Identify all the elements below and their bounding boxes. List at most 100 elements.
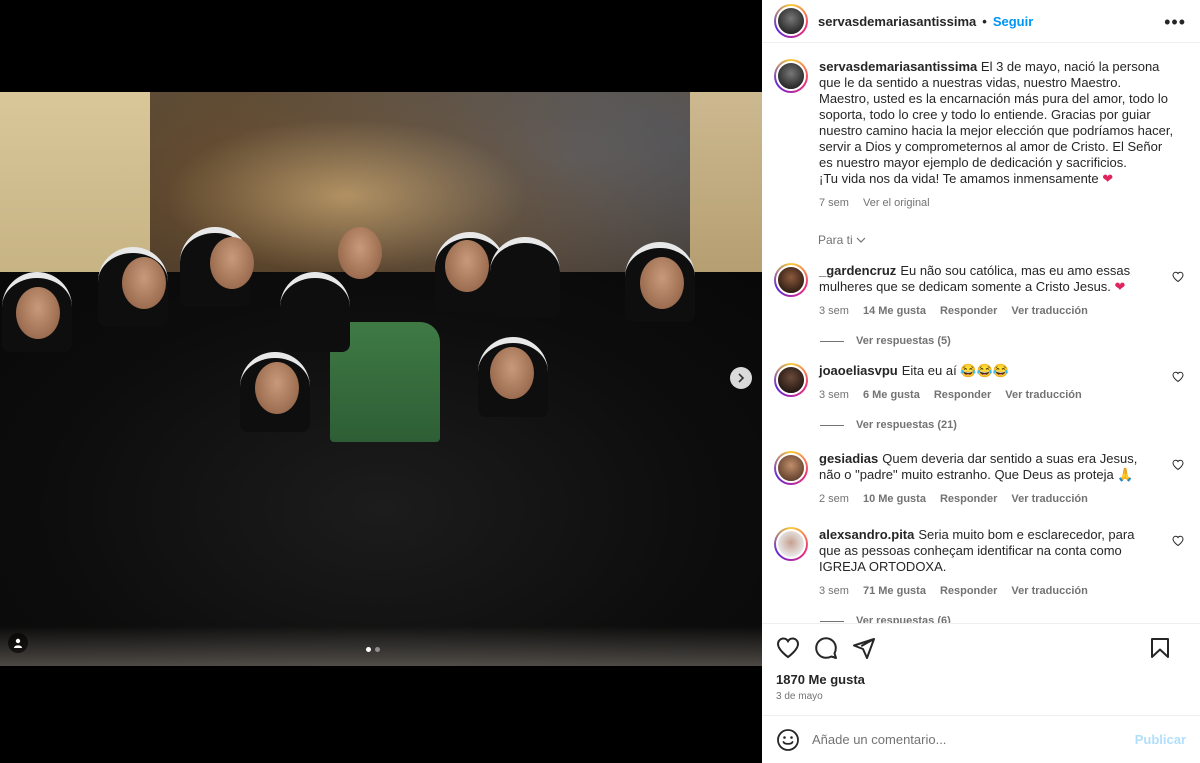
caption-body: servasdemariasantissima El 3 de mayo, na…: [819, 59, 1179, 211]
heart-outline-icon[interactable]: [1172, 271, 1184, 283]
reply-button[interactable]: Responder: [940, 491, 997, 507]
commenter-username[interactable]: _gardencruz: [819, 263, 896, 278]
photo-face: [255, 362, 299, 414]
comment-likes[interactable]: 10 Me gusta: [863, 491, 926, 507]
heart-outline-icon[interactable]: [1172, 459, 1184, 471]
commenter-avatar[interactable]: [774, 363, 808, 397]
comment-likes[interactable]: 6 Me gusta: [863, 387, 920, 403]
header-separator-dot: •: [982, 13, 987, 29]
chevron-down-icon: [856, 237, 866, 243]
photo-face: [122, 257, 166, 309]
caption-meta: 7 sem Ver el original: [819, 195, 1179, 211]
reply-button[interactable]: Responder: [940, 583, 997, 599]
comment-time: 3 sem: [819, 585, 849, 597]
chevron-right-icon: [738, 373, 745, 383]
share-send-icon[interactable]: [852, 636, 876, 660]
likes-count[interactable]: 1870 Me gusta: [776, 672, 865, 687]
photo-nun-4: [280, 272, 350, 352]
caption-author-avatar[interactable]: [774, 59, 808, 93]
comment-meta: 2 sem 10 Me gusta Responder Ver traducci…: [819, 491, 1149, 507]
comment-meta: 3 sem 6 Me gusta Responder Ver traducció…: [819, 387, 1149, 403]
heart-emoji: ❤: [1114, 279, 1126, 294]
comment-bubble-icon[interactable]: [814, 636, 838, 660]
reply-button[interactable]: Responder: [934, 387, 991, 403]
author-avatar[interactable]: [774, 4, 808, 38]
follow-button[interactable]: Seguir: [993, 14, 1033, 29]
carousel-dots: [366, 647, 380, 652]
comment-likes[interactable]: 71 Me gusta: [863, 583, 926, 599]
caption-username[interactable]: servasdemariasantissima: [819, 59, 977, 74]
praying-hands-emoji: 🙏: [1117, 467, 1134, 482]
laughing-emoji: 😂😂😂: [960, 363, 1009, 378]
save-bookmark-icon[interactable]: [1148, 636, 1172, 660]
post-side-panel: servasdemariasantissima • Seguir ••• ser…: [762, 0, 1200, 763]
post-actions: [762, 623, 1200, 671]
comment-item: alexsandro.pita Seria muito bom e esclare…: [774, 527, 1186, 599]
comments-list[interactable]: servasdemariasantissima El 3 de mayo, na…: [762, 43, 1200, 623]
tagged-users-button[interactable]: [8, 633, 28, 653]
publish-button[interactable]: Publicar: [1135, 732, 1186, 747]
photo-face: [16, 287, 60, 339]
translate-button[interactable]: Ver traducción: [1005, 387, 1081, 403]
photo-face: [445, 240, 489, 292]
sort-label: Para ti: [818, 233, 853, 247]
user-icon: [14, 638, 22, 648]
comment-text: Eita eu aí: [901, 363, 957, 378]
comment-time: 3 sem: [819, 305, 849, 317]
caption-line-2: Maestro, usted es la encarnación más pur…: [819, 91, 1174, 170]
translate-button[interactable]: Ver traducción: [1011, 583, 1087, 599]
commenter-avatar[interactable]: [774, 451, 808, 485]
comment-likes[interactable]: 14 Me gusta: [863, 303, 926, 319]
comment-item: _gardencruz Eu não sou católica, mas eu a…: [774, 263, 1186, 319]
comment-input[interactable]: [812, 732, 1132, 747]
commenter-username[interactable]: gesiadias: [819, 451, 878, 466]
commenter-username[interactable]: alexsandro.pita: [819, 527, 914, 542]
more-options-icon[interactable]: •••: [1164, 12, 1186, 33]
replies-line: [820, 340, 844, 342]
carousel-dot-active: [366, 647, 371, 652]
post-media: [0, 0, 762, 763]
comment-item: gesiadias Quem deveria dar sentido a suas…: [774, 451, 1186, 507]
photo-nun-6: [490, 237, 560, 317]
replies-line: [820, 424, 844, 426]
comment-meta: 3 sem 14 Me gusta Responder Ver traducci…: [819, 303, 1149, 319]
carousel-next-button[interactable]: [730, 367, 752, 389]
sort-dropdown[interactable]: Para ti: [818, 233, 1186, 247]
photo-face: [338, 227, 382, 279]
view-replies-button[interactable]: Ver respuestas (6): [820, 615, 1186, 623]
replies-line: [820, 620, 844, 622]
heart-outline-icon[interactable]: [1172, 535, 1184, 547]
photo-floor: [0, 626, 762, 666]
translate-button[interactable]: Ver traducción: [1011, 491, 1087, 507]
commenter-avatar[interactable]: [774, 263, 808, 297]
commenter-username[interactable]: joaoeliasvpu: [819, 363, 898, 378]
view-replies-button[interactable]: Ver respuestas (21): [820, 419, 1186, 431]
view-replies-label: Ver respuestas (5): [856, 335, 951, 347]
post-photo[interactable]: [0, 92, 762, 666]
heart-emoji: ❤: [1102, 171, 1114, 186]
carousel-dot: [375, 647, 380, 652]
photo-face: [210, 237, 254, 289]
view-replies-label: Ver respuestas (21): [856, 419, 957, 431]
author-username[interactable]: servasdemariasantissima: [818, 14, 976, 29]
view-replies-button[interactable]: Ver respuestas (5): [820, 335, 1186, 347]
comment-time: 3 sem: [819, 389, 849, 401]
emoji-smiley-icon[interactable]: [776, 728, 800, 752]
translate-button[interactable]: Ver traducción: [1011, 303, 1087, 319]
post-caption: servasdemariasantissima El 3 de mayo, na…: [774, 59, 1186, 211]
add-comment-bar: Publicar: [762, 715, 1200, 763]
comment-body: gesiadias Quem deveria dar sentido a suas…: [819, 451, 1149, 507]
comment-meta: 3 sem 71 Me gusta Responder Ver traducci…: [819, 583, 1149, 599]
commenter-avatar[interactable]: [774, 527, 808, 561]
comment-item: joaoeliasvpu Eita eu aí 😂😂😂 3 sem 6 Me gu…: [774, 363, 1186, 403]
comment-time: 2 sem: [819, 493, 849, 505]
see-original-link[interactable]: Ver el original: [863, 195, 930, 211]
reply-button[interactable]: Responder: [940, 303, 997, 319]
post-header: servasdemariasantissima • Seguir •••: [762, 0, 1200, 43]
comment-body: alexsandro.pita Seria muito bom e esclare…: [819, 527, 1149, 599]
view-replies-label: Ver respuestas (6): [856, 615, 951, 623]
caption-time: 7 sem: [819, 197, 849, 209]
like-heart-icon[interactable]: [776, 636, 800, 660]
comment-body: _gardencruz Eu não sou católica, mas eu a…: [819, 263, 1149, 319]
heart-outline-icon[interactable]: [1172, 371, 1184, 383]
